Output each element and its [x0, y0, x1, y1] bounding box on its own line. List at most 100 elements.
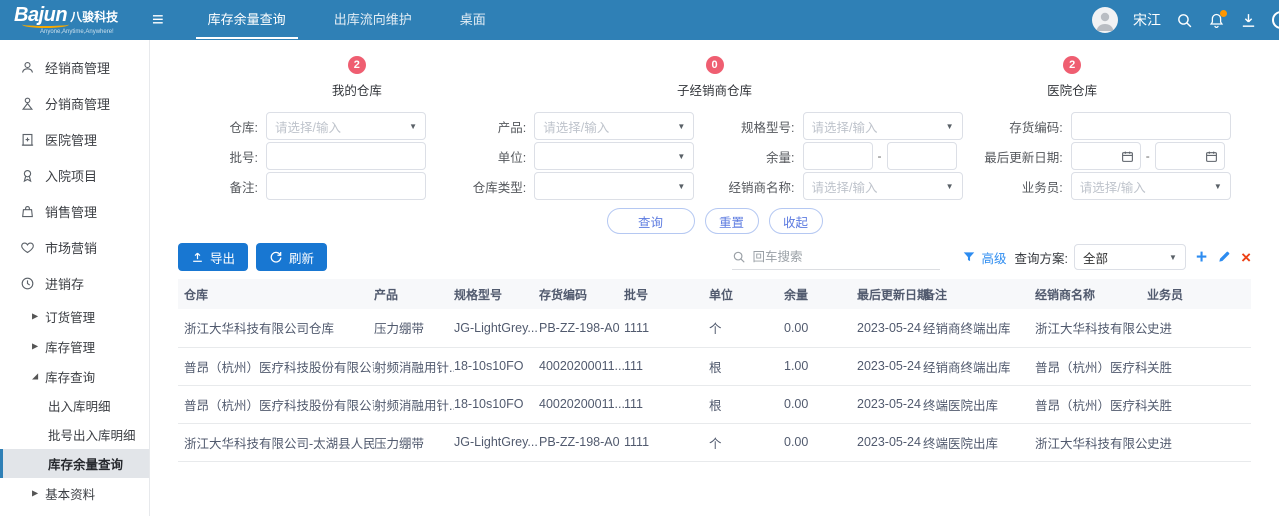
table-row[interactable]: 普昂（杭州）医疗科技股份有限公司-安...射频消融用针...18-10s10FO… — [178, 385, 1251, 423]
chevron-down-icon: ▼ — [1169, 253, 1177, 262]
unit-select[interactable]: ▼ — [534, 142, 694, 170]
spec-select[interactable]: 请选择/输入▼ — [803, 112, 963, 140]
export-button[interactable]: 导出 — [178, 243, 248, 271]
app-window: Bajun 八骏科技 Anyone,Anytime,Anywhere! ≡ 库存… — [0, 0, 1279, 516]
sidebar-item-order-management[interactable]: ▶ 订货管理 — [0, 301, 149, 331]
warehouse-type-select[interactable]: ▼ — [534, 172, 694, 200]
hospital-warehouse-count-badge[interactable]: 2 — [1063, 56, 1081, 74]
sidebar-item-distributor-management[interactable]: 分销商管理 — [0, 85, 149, 121]
heart-icon — [20, 240, 35, 255]
add-scheme-icon[interactable]: + — [1196, 248, 1207, 267]
dealer-name-select[interactable]: 请选择/输入▼ — [803, 172, 963, 200]
chevron-down-icon: ▼ — [677, 182, 685, 191]
sidebar-item-basic-data[interactable]: ▶ 基本资料 — [0, 478, 149, 508]
chevron-expanded-icon: ◢ — [32, 371, 38, 380]
batch-input[interactable] — [266, 142, 426, 170]
search-icon — [732, 250, 746, 264]
person-icon — [1092, 7, 1118, 33]
date-to-input[interactable] — [1155, 142, 1225, 170]
sidebar-item-hospital-management[interactable]: 医院管理 — [0, 121, 149, 157]
collapse-button[interactable]: 收起 — [769, 208, 823, 234]
reset-button[interactable]: 重置 — [705, 208, 759, 234]
delete-scheme-icon[interactable]: × — [1241, 249, 1251, 266]
download-icon[interactable] — [1240, 12, 1257, 29]
tab-desktop[interactable]: 桌面 — [436, 0, 510, 40]
warehouse-stats: 2 我的仓库 0 子经销商仓库 2 医院仓库 — [178, 56, 1251, 99]
sidebar: 经销商管理 分销商管理 医院管理 入院项目 销售管理 市场营销 进销存 ▶ 订 — [0, 40, 150, 516]
table-toolbar: 导出 刷新 高级 查询方案: 全部 ▼ + — [178, 243, 1251, 271]
medal-icon — [20, 168, 35, 183]
sidebar-item-marketing[interactable]: 市场营销 — [0, 229, 149, 265]
chevron-down-icon: ▼ — [1214, 182, 1222, 191]
brand-name: Bajun — [14, 5, 67, 25]
scheme-label: 查询方案: — [1014, 248, 1067, 267]
sidebar-item-inventory[interactable]: 进销存 — [0, 265, 149, 301]
toolbar-right: 高级 查询方案: 全部 ▼ + × — [732, 244, 1251, 270]
remark-input[interactable] — [266, 172, 426, 200]
top-navbar: Bajun 八骏科技 Anyone,Anytime,Anywhere! ≡ 库存… — [0, 0, 1279, 40]
chevron-down-icon: ▼ — [946, 122, 954, 131]
notification-badge — [1220, 10, 1227, 17]
sidebar-item-stock-management[interactable]: ▶ 库存管理 — [0, 331, 149, 361]
hospital-icon — [20, 132, 35, 147]
sidebar-item-stock-query[interactable]: ◢ 库存查询 — [0, 361, 149, 391]
main-content: 2 我的仓库 0 子经销商仓库 2 医院仓库 仓库: 请选择/输入▼ 产品: 请… — [150, 40, 1279, 516]
search-icon[interactable] — [1176, 12, 1193, 29]
table-row[interactable]: 普昂（杭州）医疗科技股份有限公司仓库射频消融用针...18-10s10FO400… — [178, 347, 1251, 385]
warehouse-select[interactable]: 请选择/输入▼ — [266, 112, 426, 140]
product-select[interactable]: 请选择/输入▼ — [534, 112, 694, 140]
chevron-down-icon: ▼ — [677, 152, 685, 161]
inventory-cycle-icon — [20, 276, 35, 291]
query-button[interactable]: 查询 — [607, 208, 695, 234]
stock-balance-table: 仓库 产品 规格型号 存货编码 批号 单位 余量 最后更新日期 备注 经销商名称… — [178, 279, 1251, 462]
sub-dealer-warehouse-count-badge[interactable]: 0 — [706, 56, 724, 74]
navbar-right: 宋江 — [1092, 7, 1279, 33]
notification-bell-icon[interactable] — [1208, 12, 1225, 29]
dealer-icon — [20, 60, 35, 75]
table-header-row: 仓库 产品 规格型号 存货编码 批号 单位 余量 最后更新日期 备注 经销商名称… — [178, 279, 1251, 309]
user-name[interactable]: 宋江 — [1133, 10, 1161, 30]
sidebar-item-dealer-management[interactable]: 经销商管理 — [0, 49, 149, 85]
date-from-input[interactable] — [1071, 142, 1141, 170]
nav-tabs: 库存余量查询 出库流向维护 桌面 — [184, 0, 510, 40]
chevron-right-icon: ▶ — [32, 341, 38, 350]
balance-min-input[interactable] — [803, 142, 873, 170]
balance-max-input[interactable] — [887, 142, 957, 170]
chevron-down-icon: ▼ — [677, 122, 685, 131]
chevron-down-icon: ▼ — [409, 122, 417, 131]
menu-toggle-icon[interactable]: ≡ — [152, 0, 164, 40]
refresh-button[interactable]: 刷新 — [256, 243, 327, 271]
sidebar-item-admission-projects[interactable]: 入院项目 — [0, 157, 149, 193]
stock-code-input[interactable] — [1071, 112, 1231, 140]
refresh-icon — [269, 250, 283, 264]
brand-logo: Bajun 八骏科技 Anyone,Anytime,Anywhere! — [0, 5, 150, 35]
stat-my-warehouse: 2 我的仓库 — [178, 56, 536, 99]
calendar-icon — [1205, 150, 1218, 163]
sidebar-item-stock-balance-query[interactable]: 库存余量查询 — [0, 449, 149, 478]
filter-funnel-icon[interactable] — [962, 250, 976, 264]
sidebar-item-batch-inout-detail[interactable]: 批号出入库明细 — [0, 420, 149, 449]
table-row[interactable]: 浙江大华科技有限公司仓库压力绷带JG-LightGrey...PB-ZZ-198… — [178, 309, 1251, 347]
advanced-link[interactable]: 高级 — [981, 248, 1006, 267]
my-warehouse-count-badge[interactable]: 2 — [348, 56, 366, 74]
briefcase-icon — [20, 204, 35, 219]
salesman-select[interactable]: 请选择/输入▼ — [1071, 172, 1231, 200]
chevron-right-icon: ▶ — [32, 488, 38, 497]
chevron-down-icon: ▼ — [946, 182, 954, 191]
sidebar-item-sales-management[interactable]: 销售管理 — [0, 193, 149, 229]
logout-icon[interactable] — [1272, 11, 1279, 29]
brand-slogan: Anyone,Anytime,Anywhere! — [14, 29, 150, 35]
user-avatar[interactable] — [1092, 7, 1118, 33]
edit-scheme-icon[interactable] — [1217, 250, 1231, 264]
tab-stock-balance-query[interactable]: 库存余量查询 — [184, 0, 310, 40]
distributor-icon — [20, 96, 35, 111]
enter-search-input[interactable] — [752, 250, 940, 264]
enter-search-box[interactable] — [732, 244, 940, 270]
sidebar-item-inout-detail[interactable]: 出入库明细 — [0, 391, 149, 420]
calendar-icon — [1121, 150, 1134, 163]
tab-outbound-flow[interactable]: 出库流向维护 — [310, 0, 436, 40]
table-row[interactable]: 浙江大华科技有限公司-太湖县人民医院...压力绷带JG-LightGrey...… — [178, 423, 1251, 461]
upload-icon — [191, 251, 204, 264]
query-scheme-select[interactable]: 全部 ▼ — [1074, 244, 1186, 270]
stat-sub-dealer-warehouse: 0 子经销商仓库 — [536, 56, 894, 99]
